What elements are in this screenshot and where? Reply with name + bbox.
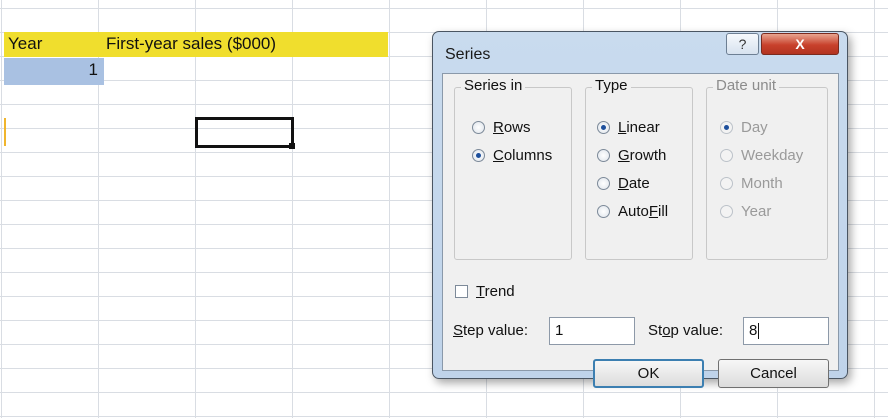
radio-rows[interactable]: Rows bbox=[472, 118, 531, 138]
trend-checkbox-box[interactable] bbox=[455, 284, 468, 298]
type-group: Type Linear Growth Date AutoFill bbox=[585, 77, 693, 260]
radio-year: Year bbox=[720, 202, 771, 222]
radio-weekday-indicator bbox=[720, 148, 733, 162]
row-marker bbox=[4, 118, 6, 146]
stop-value-text: 8 bbox=[749, 322, 758, 339]
radio-date-label: ate bbox=[628, 175, 650, 192]
radio-date[interactable]: Date bbox=[597, 174, 650, 194]
dialog-title: Series bbox=[445, 46, 491, 63]
type-label: Type bbox=[592, 77, 631, 94]
fill-handle[interactable] bbox=[289, 143, 295, 149]
radio-day: Day bbox=[720, 118, 768, 138]
dialog-body: Series in Rows Columns Type Linear Growt… bbox=[442, 73, 839, 388]
help-icon: ? bbox=[738, 36, 747, 52]
step-accel: S bbox=[453, 322, 464, 339]
step-value-input[interactable]: 1 bbox=[549, 317, 635, 345]
radio-autofill-accel: F bbox=[648, 203, 659, 220]
trend-label: rend bbox=[484, 283, 515, 300]
radio-date-indicator[interactable] bbox=[597, 176, 610, 190]
radio-rows-label: ows bbox=[503, 119, 531, 136]
radio-columns-accel: C bbox=[493, 147, 504, 164]
radio-year-label: Year bbox=[741, 203, 772, 220]
radio-linear[interactable]: Linear bbox=[597, 118, 660, 138]
trend-checkbox[interactable]: Trend bbox=[455, 282, 515, 302]
radio-linear-label: inear bbox=[626, 119, 660, 136]
radio-year-indicator bbox=[720, 204, 733, 218]
radio-autofill-label-pre: Auto bbox=[618, 203, 649, 220]
date-unit-label: Date unit bbox=[713, 77, 780, 94]
radio-growth-accel: G bbox=[618, 147, 630, 164]
step-label-text: tep value: bbox=[463, 322, 529, 339]
radio-linear-indicator[interactable] bbox=[597, 120, 610, 134]
radio-autofill-label: ill bbox=[658, 203, 669, 220]
radio-columns-indicator[interactable] bbox=[472, 148, 485, 162]
cell-b1[interactable]: First-year sales ($000) bbox=[104, 32, 394, 57]
radio-day-indicator bbox=[720, 120, 733, 134]
step-value-text: 1 bbox=[555, 322, 564, 339]
radio-autofill-indicator[interactable] bbox=[597, 204, 610, 218]
close-button[interactable]: X bbox=[761, 33, 839, 55]
radio-growth-indicator[interactable] bbox=[597, 148, 610, 162]
text-caret bbox=[758, 323, 760, 340]
radio-month-indicator bbox=[720, 176, 733, 190]
stop-label-pre: St bbox=[648, 322, 663, 339]
stop-value-input[interactable]: 8 bbox=[743, 317, 829, 345]
radio-day-label: Day bbox=[741, 119, 768, 136]
radio-columns-label: olumns bbox=[503, 147, 553, 164]
stop-accel: o bbox=[662, 322, 671, 339]
radio-weekday-label: Weekday bbox=[741, 147, 804, 164]
radio-month-label: Month bbox=[741, 175, 783, 192]
radio-rows-indicator[interactable] bbox=[472, 120, 485, 134]
series-in-label: Series in bbox=[461, 77, 526, 94]
radio-rows-accel: R bbox=[493, 119, 504, 136]
radio-autofill[interactable]: AutoFill bbox=[597, 202, 668, 222]
trend-accel: T bbox=[476, 283, 485, 300]
active-cell-selection[interactable] bbox=[195, 117, 295, 149]
step-value-label: Step value: bbox=[453, 321, 528, 341]
close-icon: X bbox=[795, 36, 805, 52]
cancel-button[interactable]: Cancel bbox=[718, 359, 829, 388]
cell-a1[interactable]: Year bbox=[6, 32, 96, 57]
radio-date-accel: D bbox=[618, 175, 629, 192]
series-dialog: Series ? X Series in Rows Columns Type L… bbox=[432, 31, 848, 388]
radio-month: Month bbox=[720, 174, 783, 194]
radio-growth[interactable]: Growth bbox=[597, 146, 666, 166]
stop-label-text: p value: bbox=[670, 322, 724, 339]
date-unit-group: Date unit Day Weekday Month Year bbox=[706, 77, 828, 260]
series-in-group: Series in Rows Columns bbox=[454, 77, 572, 260]
radio-growth-label: rowth bbox=[629, 147, 667, 164]
radio-columns[interactable]: Columns bbox=[472, 146, 552, 166]
cell-a2[interactable]: 1 bbox=[4, 58, 104, 85]
help-button[interactable]: ? bbox=[726, 33, 759, 55]
stop-value-label: Stop value: bbox=[648, 321, 723, 341]
radio-weekday: Weekday bbox=[720, 146, 803, 166]
ok-button[interactable]: OK bbox=[593, 359, 704, 388]
